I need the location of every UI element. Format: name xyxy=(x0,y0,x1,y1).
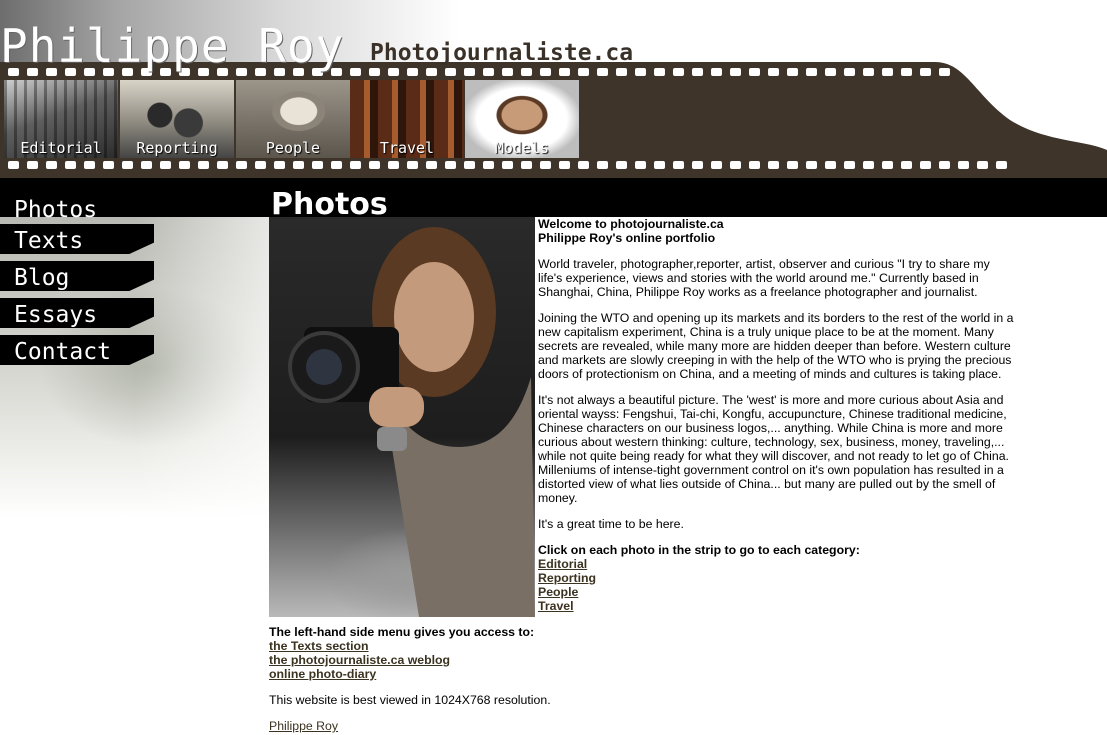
intro-paragraph: Joining the WTO and opening up its marke… xyxy=(538,311,1014,381)
sidebar-item-texts[interactable]: Texts xyxy=(0,224,154,254)
intro-paragraph: It's a great time to be here. xyxy=(538,517,684,531)
menu-info: The left-hand side menu gives you access… xyxy=(269,625,769,733)
texts-section-link[interactable]: the Texts section xyxy=(269,639,769,653)
film-thumb-label: People xyxy=(265,139,321,157)
category-link-travel[interactable]: Travel xyxy=(538,599,1014,613)
author-link[interactable]: Philippe Roy xyxy=(269,719,338,733)
film-thumb-label: Editorial xyxy=(20,139,102,157)
resolution-note: This website is best viewed in 1024X768 … xyxy=(269,693,551,707)
category-prompt: Click on each photo in the strip to go t… xyxy=(538,543,860,557)
portrait-photo xyxy=(269,217,535,617)
category-link-reporting[interactable]: Reporting xyxy=(538,571,1014,585)
welcome-heading: Welcome to photojournaliste.ca xyxy=(538,217,724,231)
title-bar xyxy=(0,178,1107,217)
menu-prompt: The left-hand side menu gives you access… xyxy=(269,625,535,639)
site-subtitle: Photojournaliste.ca xyxy=(370,40,634,66)
intro-paragraph: World traveler, photographer,reporter, a… xyxy=(538,257,990,299)
film-thumb-reporting[interactable]: Reporting xyxy=(120,80,234,158)
film-thumb-people[interactable]: People xyxy=(236,80,350,158)
sidebar-item-essays[interactable]: Essays xyxy=(0,298,154,328)
film-thumb-models[interactable]: Models xyxy=(465,80,579,158)
photographer-illustration xyxy=(288,227,535,617)
film-thumb-travel[interactable]: Travel xyxy=(350,80,464,158)
film-thumb-editorial[interactable]: Editorial xyxy=(4,80,118,158)
site-title: Philippe Roy xyxy=(0,19,345,73)
category-link-editorial[interactable]: Editorial xyxy=(538,557,1014,571)
intro-paragraph: It's not always a beautiful picture. The… xyxy=(538,393,1009,505)
sidebar-item-photos[interactable]: Photos xyxy=(0,193,154,223)
film-thumb-label: Reporting xyxy=(136,139,218,157)
film-thumb-label: Models xyxy=(494,139,550,157)
portfolio-tagline: Philippe Roy's online portfolio xyxy=(538,231,716,245)
category-link-people[interactable]: People xyxy=(538,585,1014,599)
film-thumb-label: Travel xyxy=(379,139,435,157)
weblog-link[interactable]: the photojournaliste.ca weblog xyxy=(269,653,769,667)
header: Philippe Roy Photojournaliste.ca Editori… xyxy=(0,0,1107,178)
sidebar-item-blog[interactable]: Blog xyxy=(0,261,154,291)
intro-text: Welcome to photojournaliste.ca Philippe … xyxy=(538,217,1014,613)
sidebar-item-contact[interactable]: Contact xyxy=(0,335,154,365)
photo-diary-link[interactable]: online photo-diary xyxy=(269,667,769,681)
